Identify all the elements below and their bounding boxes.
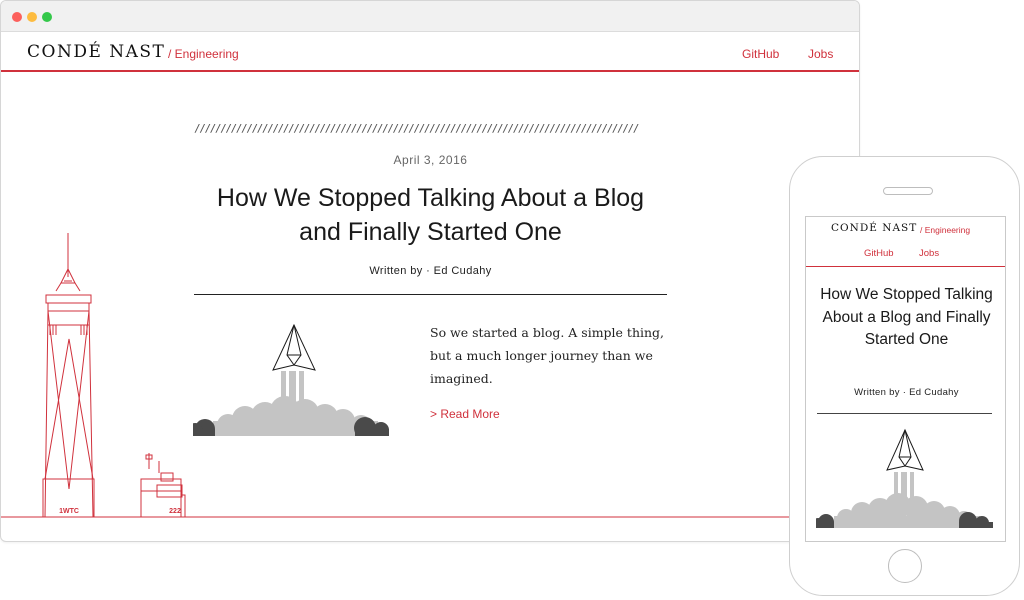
nav-github-link[interactable]: GitHub — [742, 47, 779, 61]
post-byline: Written by · Ed Cudahy — [369, 265, 492, 277]
browser-titlebar — [1, 1, 859, 32]
site-logo-engineering[interactable]: / Engineering — [168, 47, 239, 61]
mobile-site-logo-engineering[interactable]: / Engineering — [920, 225, 970, 235]
mobile-header-rule — [806, 266, 1005, 267]
window-close-icon[interactable] — [12, 12, 22, 22]
paper-plane-rocket-icon — [193, 323, 389, 436]
nav-jobs-link[interactable]: Jobs — [808, 47, 833, 61]
desktop-browser-window: CONDÉ NAST / Engineering GitHub Jobs 1WT… — [0, 0, 860, 542]
mobile-post-divider-rule — [817, 413, 992, 414]
skyline-label-1wtc: 1WTC — [59, 508, 79, 515]
post-divider-rule — [194, 294, 667, 295]
site-logo[interactable]: CONDÉ NAST — [27, 42, 165, 62]
skyline-label-222: 222 — [169, 508, 181, 515]
mobile-post-byline: Written by · Ed Cudahy — [854, 387, 959, 398]
post-date: April 3, 2016 — [393, 153, 468, 167]
mobile-nav-jobs-link[interactable]: Jobs — [919, 248, 939, 259]
mobile-site-logo[interactable]: CONDÉ NAST — [831, 222, 917, 234]
phone-speaker — [883, 187, 933, 195]
site-header: CONDÉ NAST / Engineering GitHub Jobs — [1, 32, 859, 72]
mobile-screen: CONDÉ NAST / Engineering GitHub Jobs How… — [805, 216, 1006, 542]
read-more-link[interactable]: > Read More — [430, 407, 500, 421]
phone-home-button[interactable] — [888, 549, 922, 583]
post-excerpt: So we started a blog. A simple thing, bu… — [430, 325, 665, 386]
mobile-post-title[interactable]: How We Stopped Talking About a Blog and … — [816, 284, 997, 352]
post-title[interactable]: How We Stopped Talking About a Blog and … — [194, 181, 667, 249]
window-maximize-icon[interactable] — [42, 12, 52, 22]
mobile-paper-plane-rocket-icon — [816, 428, 993, 528]
window-minimize-icon[interactable] — [27, 12, 37, 22]
mobile-nav-github-link[interactable]: GitHub — [864, 248, 894, 259]
mobile-phone-frame: CONDÉ NAST / Engineering GitHub Jobs How… — [789, 156, 1020, 596]
decorative-slash-divider: ////////////////////////////////////////… — [194, 122, 639, 135]
